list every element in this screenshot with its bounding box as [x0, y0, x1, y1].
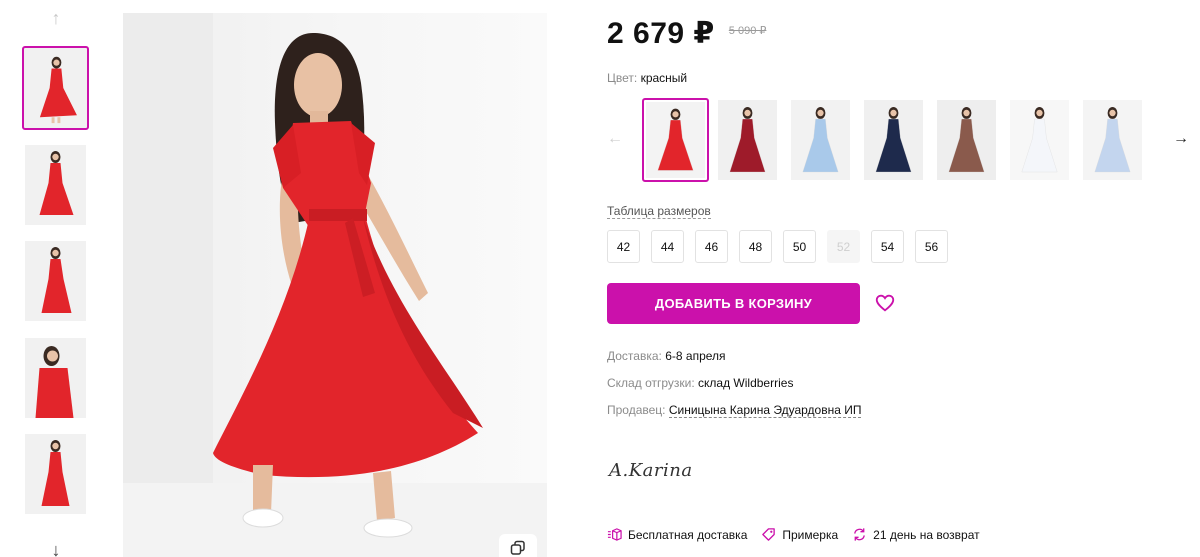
color-swatch-red[interactable]: [642, 98, 709, 182]
thumbnail-column: ↑ ↓: [0, 0, 112, 557]
color-swatch-pale-blue[interactable]: [1083, 100, 1142, 180]
color-row: Цвет: красный: [607, 71, 687, 85]
zoom-button[interactable]: [499, 534, 537, 557]
thumbnail-2[interactable]: [25, 145, 86, 225]
delivery-box-icon: [607, 528, 622, 541]
thumbnail-5[interactable]: [25, 434, 86, 514]
thumbnails-down-arrow-icon[interactable]: ↓: [46, 540, 66, 557]
swatches-next-arrow-icon[interactable]: →: [1173, 130, 1189, 148]
size-option-48[interactable]: 48: [739, 230, 772, 263]
heart-icon[interactable]: [874, 292, 896, 314]
feature-label: Примерка: [782, 527, 839, 542]
seller-info: Продавец: Синицына Карина Эдуардовна ИП: [607, 403, 862, 418]
color-swatch-burgundy[interactable]: [718, 100, 777, 180]
feature-free-delivery: Бесплатная доставка: [607, 527, 747, 542]
color-swatch-light-blue[interactable]: [791, 100, 850, 180]
size-option-42[interactable]: 42: [607, 230, 640, 263]
size-option-56[interactable]: 56: [915, 230, 948, 263]
brand-logo[interactable]: A.Karina: [609, 460, 693, 481]
warehouse-value: склад Wildberries: [698, 376, 794, 390]
color-swatch-navy[interactable]: [864, 100, 923, 180]
thumbnail-4[interactable]: [25, 338, 86, 418]
color-value: красный: [640, 71, 688, 85]
thumbnail-3[interactable]: [25, 241, 86, 321]
swatches-prev-arrow-icon[interactable]: ←: [607, 130, 623, 148]
price-block: 2 679 ₽ 5 090 ₽: [607, 16, 766, 52]
warehouse-info: Склад отгрузки: склад Wildberries: [607, 376, 793, 390]
delivery-label: Доставка:: [607, 349, 662, 363]
delivery-value: 6-8 апреля: [665, 349, 726, 363]
size-option-46[interactable]: 46: [695, 230, 728, 263]
feature-label: Бесплатная доставка: [628, 527, 748, 542]
thumbnail-1[interactable]: [22, 46, 89, 130]
seller-link[interactable]: Синицына Карина Эдуардовна ИП: [668, 403, 862, 418]
tag-icon: [762, 528, 776, 541]
add-to-cart-button[interactable]: ДОБАВИТЬ В КОРЗИНУ: [607, 283, 860, 324]
color-swatch-white[interactable]: [1010, 100, 1069, 180]
size-option-44[interactable]: 44: [651, 230, 684, 263]
thumbnails-up-arrow-icon[interactable]: ↑: [46, 8, 66, 28]
color-swatch-strip: ← →: [600, 98, 1200, 183]
color-swatch-brown[interactable]: [937, 100, 996, 180]
size-option-52: 52: [827, 230, 860, 263]
warehouse-label: Склад отгрузки:: [607, 376, 695, 390]
copy-icon: [510, 540, 525, 555]
size-option-54[interactable]: 54: [871, 230, 904, 263]
main-product-photo[interactable]: [123, 13, 547, 557]
color-label: Цвет:: [607, 71, 638, 85]
old-price: 5 090 ₽: [728, 25, 767, 37]
feature-label: 21 день на возврат: [873, 527, 980, 542]
delivery-info: Доставка: 6-8 апреля: [607, 349, 726, 363]
seller-label: Продавец:: [607, 403, 666, 417]
feature-return: 21 день на возврат: [852, 527, 980, 542]
size-selector: 42 44 46 48 50 52 54 56: [607, 230, 948, 263]
feature-fitting: Примерка: [761, 527, 838, 542]
current-price: 2 679 ₽: [607, 17, 715, 50]
size-table-link[interactable]: Таблица размеров: [607, 204, 711, 219]
features-row: Бесплатная доставка Примерка 21 день на …: [607, 527, 980, 542]
return-arrows-icon: [854, 528, 866, 541]
size-option-50[interactable]: 50: [783, 230, 816, 263]
